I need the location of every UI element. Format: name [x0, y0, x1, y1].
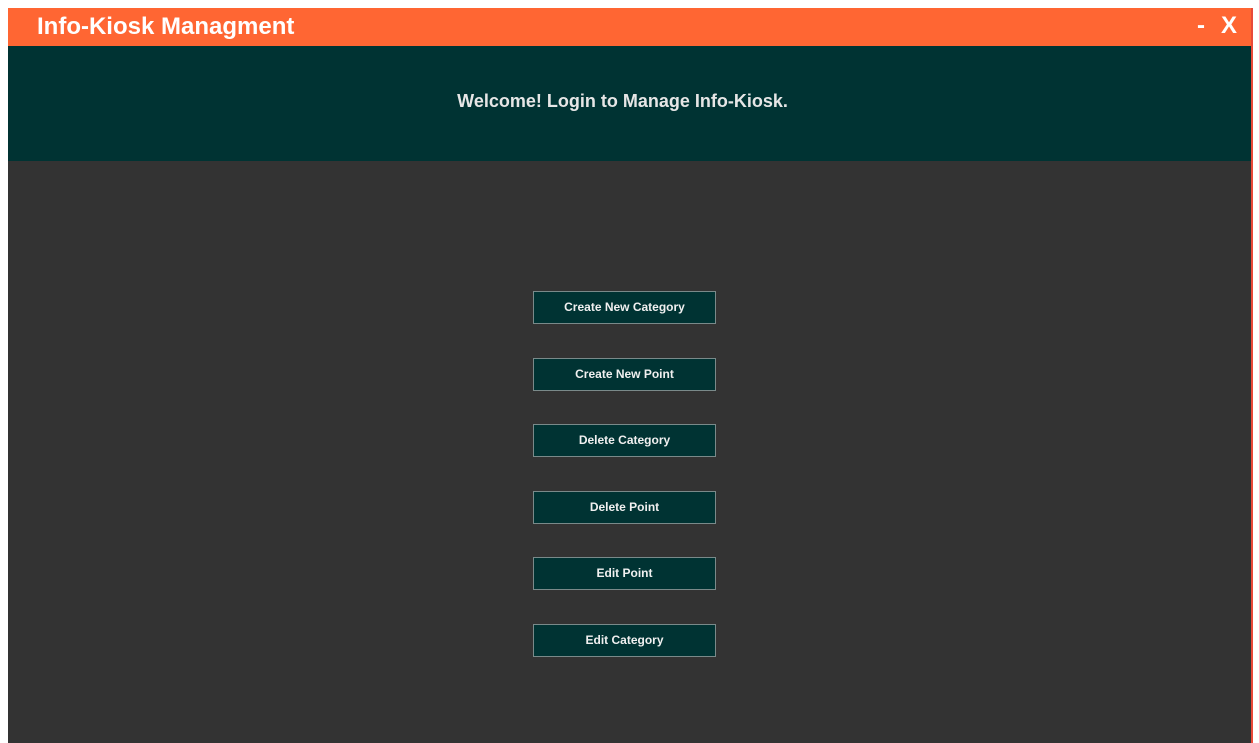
edit-category-button[interactable]: Edit Category — [533, 624, 716, 657]
window-controls: - X — [1197, 12, 1237, 40]
minimize-button[interactable]: - — [1197, 12, 1205, 40]
create-new-category-button[interactable]: Create New Category — [533, 291, 716, 324]
delete-point-button[interactable]: Delete Point — [533, 491, 716, 524]
welcome-message: Welcome! Login to Manage Info-Kiosk. — [457, 90, 788, 111]
delete-category-button[interactable]: Delete Category — [533, 424, 716, 457]
welcome-header: Welcome! Login to Manage Info-Kiosk. — [8, 46, 1251, 161]
title-bar: Info-Kiosk Managment - X — [8, 8, 1251, 46]
window-edge — [1251, 8, 1253, 743]
app-title: Info-Kiosk Managment — [37, 13, 295, 40]
edit-point-button[interactable]: Edit Point — [533, 557, 716, 590]
close-button[interactable]: X — [1221, 12, 1237, 40]
app-window: Info-Kiosk Managment - X Welcome! Login … — [8, 8, 1251, 743]
create-new-point-button[interactable]: Create New Point — [533, 358, 716, 391]
